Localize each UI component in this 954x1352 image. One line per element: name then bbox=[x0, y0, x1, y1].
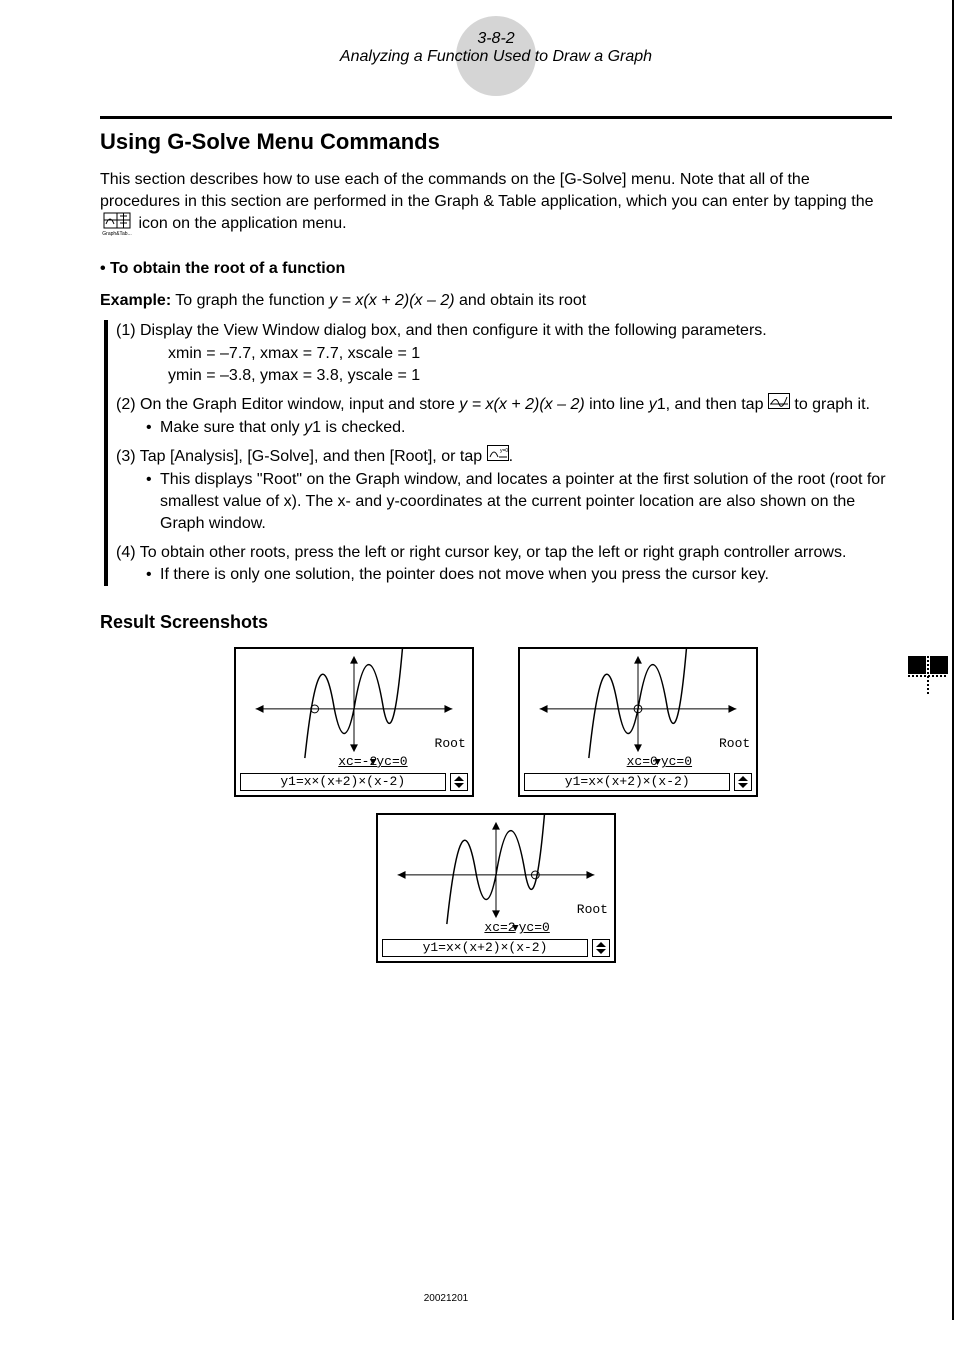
section-number: 3-8-2 bbox=[100, 30, 892, 48]
example-function: y = x(x + 2)(x – 2) bbox=[329, 292, 454, 309]
step-2-fn: y = x(x + 2)(x – 2) bbox=[459, 396, 584, 413]
example-line: Example: To graph the function y = x(x +… bbox=[100, 292, 892, 310]
example-after: and obtain its root bbox=[455, 292, 587, 309]
heading-gsolve: Using G-Solve Menu Commands bbox=[100, 129, 892, 155]
step-4: (4) To obtain other roots, press the lef… bbox=[116, 542, 892, 564]
screenshot-3: Root xc=2 ▼yc=0 y1=x×(x+2)×(x-2) bbox=[376, 813, 616, 963]
step-2d: to graph it. bbox=[790, 396, 870, 413]
down-triangle-icon: ▼ bbox=[654, 757, 661, 769]
screenshot-1-root-label: Root bbox=[435, 736, 466, 751]
screenshot-2-xc: xc=0 bbox=[627, 754, 658, 769]
example-label: Example: bbox=[100, 292, 171, 309]
crop-mark-icon bbox=[908, 656, 948, 696]
svg-text:y=0: y=0 bbox=[500, 448, 508, 454]
step-1: (1) Display the View Window dialog box, … bbox=[116, 320, 892, 342]
step-3b: . bbox=[509, 448, 513, 465]
step-1-params-2: ymin = –3.8, ymax = 3.8, yscale = 1 bbox=[116, 365, 892, 387]
step-3-bullet: This displays "Root" on the Graph window… bbox=[116, 469, 892, 536]
screenshot-2: Root xc=0 ▼yc=0 y1=x×(x+2)×(x-2) bbox=[518, 647, 758, 797]
step-3-bullet-text: This displays "Root" on the Graph window… bbox=[160, 471, 886, 533]
step-2-bullet-a: Make sure that only bbox=[160, 419, 304, 436]
graph-draw-icon bbox=[768, 393, 790, 416]
screenshot-2-yc: yc=0 bbox=[661, 754, 692, 769]
screenshot-1-yc: yc=0 bbox=[376, 754, 407, 769]
screenshot-3-func: y1=x×(x+2)×(x-2) bbox=[382, 939, 588, 957]
step-1-params-1: xmin = –7.7, xmax = 7.7, xscale = 1 bbox=[116, 343, 892, 365]
scroll-icon bbox=[734, 773, 752, 791]
scroll-icon bbox=[450, 773, 468, 791]
step-2b: into line bbox=[585, 396, 649, 413]
down-triangle-icon: ▼ bbox=[512, 923, 519, 935]
screenshot-3-root-label: Root bbox=[577, 902, 608, 917]
screenshots-row-1: Root xc=-2 ▼yc=0 y1=x×(x+2)×(x-2) Root bbox=[100, 647, 892, 797]
step-2a: (2) On the Graph Editor window, input an… bbox=[116, 396, 459, 413]
step-2-bullet-b: 1 is checked. bbox=[312, 419, 405, 436]
screenshot-1: Root xc=-2 ▼yc=0 y1=x×(x+2)×(x-2) bbox=[234, 647, 474, 797]
screenshot-3-xc: xc=2 bbox=[484, 920, 515, 935]
step-2c: 1, and then tap bbox=[657, 396, 768, 413]
step-2-bullet: Make sure that only y1 is checked. bbox=[116, 417, 892, 439]
graph-table-app-icon: Graph&Tab... bbox=[100, 212, 134, 236]
screenshot-2-func: y1=x×(x+2)×(x-2) bbox=[524, 773, 730, 791]
step-2: (2) On the Graph Editor window, input an… bbox=[116, 393, 892, 416]
subheading-root: • To obtain the root of a function bbox=[100, 260, 892, 278]
steps-list: (1) Display the View Window dialog box, … bbox=[104, 320, 892, 586]
result-screenshots-heading: Result Screenshots bbox=[100, 612, 892, 633]
step-4-bullet: If there is only one solution, the point… bbox=[116, 564, 892, 586]
intro-paragraph: This section describes how to use each o… bbox=[100, 169, 892, 236]
screenshot-3-yc: yc=0 bbox=[519, 920, 550, 935]
screenshots-row-2: Root xc=2 ▼yc=0 y1=x×(x+2)×(x-2) bbox=[100, 813, 892, 963]
example-before: To graph the function bbox=[171, 292, 329, 309]
page-header: 3-8-2 Analyzing a Function Used to Draw … bbox=[100, 30, 892, 66]
screenshot-1-func: y1=x×(x+2)×(x-2) bbox=[240, 773, 446, 791]
icon-caption: Graph&Tab... bbox=[102, 231, 131, 236]
gsolve-root-icon: y=0 bbox=[487, 445, 509, 468]
intro-after: icon on the application menu. bbox=[138, 215, 346, 232]
step-2-y: y bbox=[649, 396, 657, 413]
screenshot-2-root-label: Root bbox=[719, 736, 750, 751]
section-title: Analyzing a Function Used to Draw a Grap… bbox=[100, 48, 892, 66]
scroll-icon bbox=[592, 939, 610, 957]
footer-code: 20021201 bbox=[0, 1293, 892, 1304]
step-2-bullet-y: y bbox=[304, 419, 312, 436]
step-3a: (3) Tap [Analysis], [G-Solve], and then … bbox=[116, 448, 487, 465]
section-divider bbox=[100, 116, 892, 119]
intro-text: This section describes how to use each o… bbox=[100, 171, 874, 210]
step-3: (3) Tap [Analysis], [G-Solve], and then … bbox=[116, 445, 892, 468]
